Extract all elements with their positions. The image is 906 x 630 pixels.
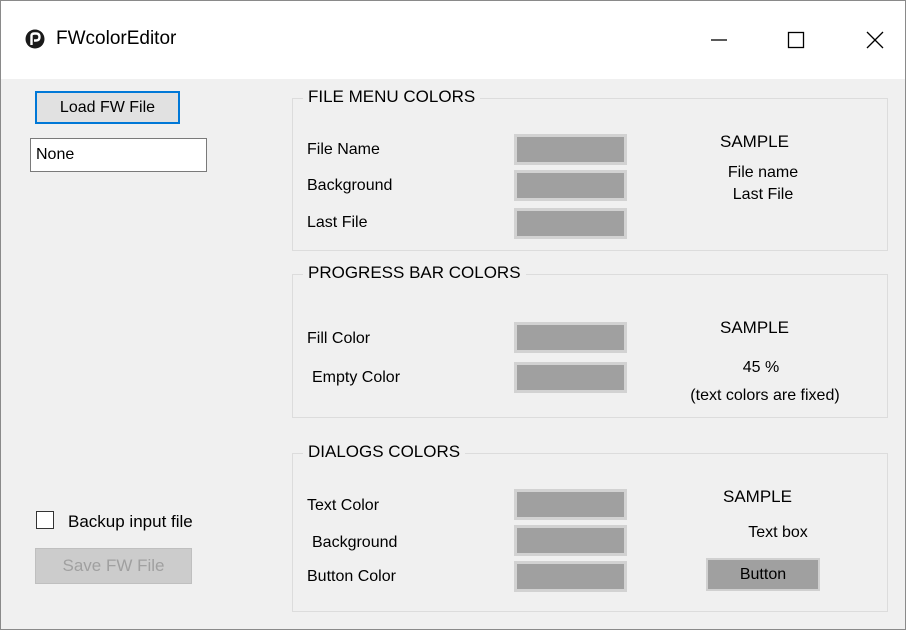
swatch-last-file[interactable] xyxy=(514,208,627,239)
close-icon xyxy=(866,31,884,49)
row-label-fill-color: Fill Color xyxy=(307,330,371,347)
window-title: FWcolorEditor xyxy=(56,28,177,49)
row-label-text-color: Text Color xyxy=(307,497,380,514)
group-title: DIALOGS COLORS xyxy=(303,442,466,462)
sample-text-box: Text box xyxy=(748,524,808,541)
app-logo-icon xyxy=(25,29,45,49)
loaded-file-field[interactable]: None xyxy=(30,138,207,172)
sample-button: Button xyxy=(706,558,820,591)
row-label-empty-color: Empty Color xyxy=(312,369,401,386)
minimize-icon xyxy=(711,39,727,41)
sample-heading: SAMPLE xyxy=(720,318,789,337)
save-fw-file-button: Save FW File xyxy=(35,548,192,584)
row-label-background: Background xyxy=(312,534,398,551)
swatch-file-name[interactable] xyxy=(514,134,627,165)
row-label-button-color: Button Color xyxy=(307,568,396,585)
row-label-file-name: File Name xyxy=(307,141,380,158)
sample-note: (text colors are fixed) xyxy=(690,387,840,404)
maximize-button[interactable] xyxy=(771,17,821,63)
swatch-button-color[interactable] xyxy=(514,561,627,592)
swatch-text-color[interactable] xyxy=(514,489,627,520)
title-bar[interactable]: FWcolorEditor xyxy=(1,1,905,79)
backup-input-checkbox[interactable] xyxy=(36,511,54,529)
file-menu-colors-group: FILE MENU COLORS File Name Background La… xyxy=(292,87,888,251)
sample-heading: SAMPLE xyxy=(723,487,792,506)
swatch-background[interactable] xyxy=(514,170,627,201)
swatch-fill-color[interactable] xyxy=(514,322,627,353)
group-title: PROGRESS BAR COLORS xyxy=(303,263,526,283)
close-button[interactable] xyxy=(850,17,900,63)
dialogs-colors-group: DIALOGS COLORS Text Color Background But… xyxy=(292,442,888,612)
sample-last-file: Last File xyxy=(732,186,794,203)
group-title: FILE MENU COLORS xyxy=(303,87,481,107)
sample-heading: SAMPLE xyxy=(720,132,789,151)
app-window: FWcolorEditor Load FW File None Backup i… xyxy=(0,0,906,630)
swatch-background[interactable] xyxy=(514,525,627,556)
row-label-background: Background xyxy=(307,177,393,194)
swatch-empty-color[interactable] xyxy=(514,362,627,393)
progress-bar-colors-group: PROGRESS BAR COLORS Fill Color Empty Col… xyxy=(292,263,888,418)
sample-file-name: File name xyxy=(727,164,799,181)
maximize-icon xyxy=(787,31,805,49)
sample-percent: 45 % xyxy=(742,359,780,376)
minimize-button[interactable] xyxy=(694,17,744,63)
row-label-last-file: Last File xyxy=(307,214,368,231)
backup-input-label[interactable]: Backup input file xyxy=(68,512,193,532)
load-fw-file-button[interactable]: Load FW File xyxy=(35,91,180,124)
